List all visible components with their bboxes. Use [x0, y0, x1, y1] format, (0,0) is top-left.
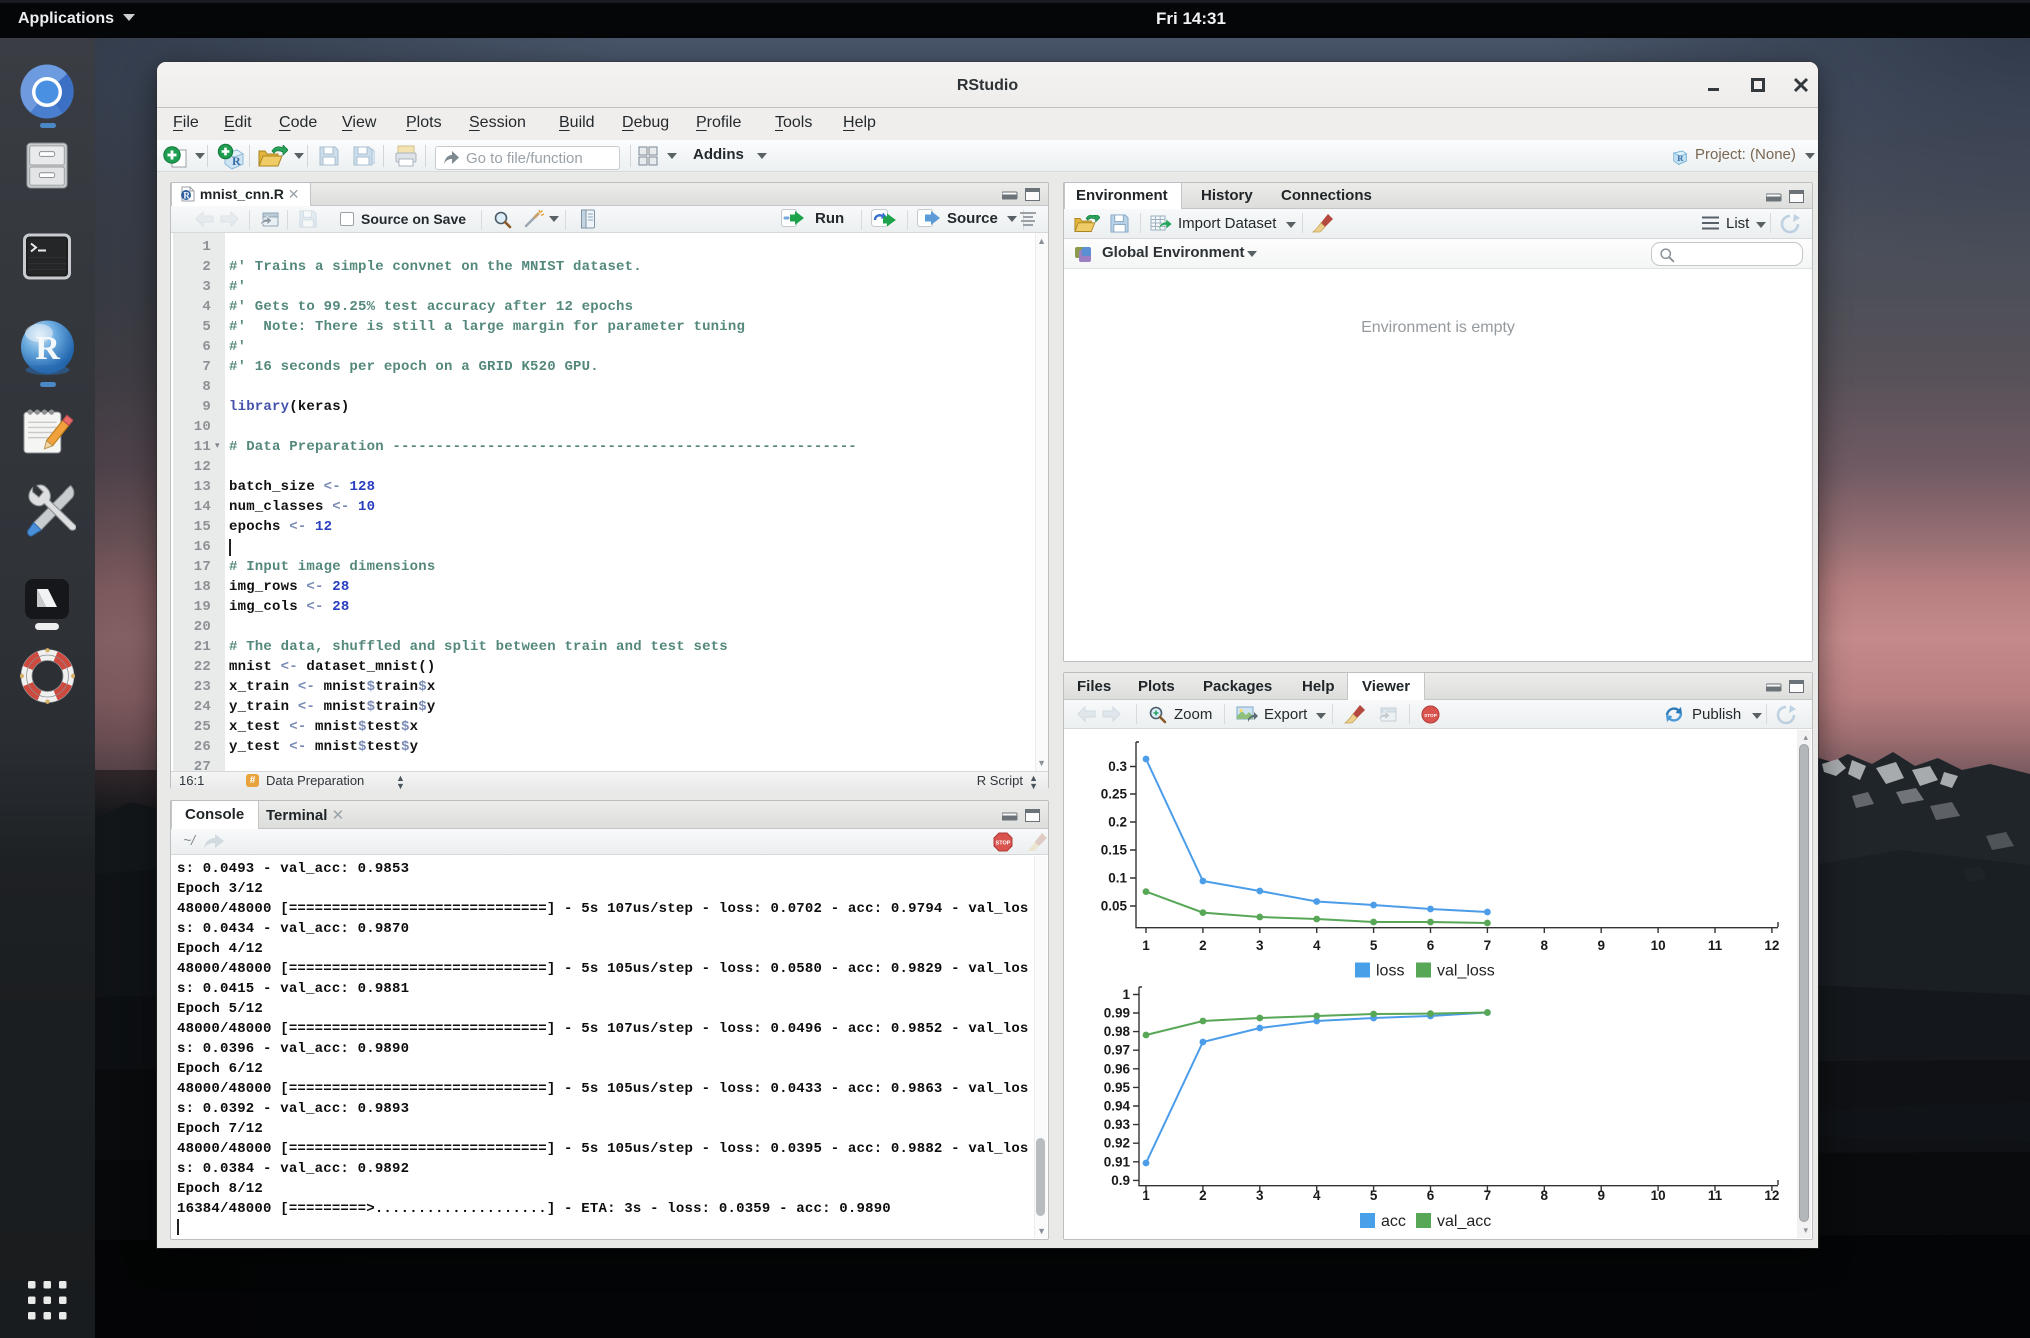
svg-text:1: 1: [1142, 1188, 1150, 1203]
svg-text:0.97: 0.97: [1104, 1043, 1130, 1058]
svg-text:R: R: [1677, 153, 1684, 163]
svg-text:0.1: 0.1: [1108, 871, 1127, 886]
svg-text:R: R: [183, 190, 190, 200]
svg-text:1: 1: [1142, 938, 1150, 953]
svg-text:val_loss: val_loss: [1437, 963, 1495, 980]
svg-text:0.93: 0.93: [1104, 1117, 1131, 1132]
svg-text:STOP: STOP: [1424, 713, 1437, 719]
svg-text:0.91: 0.91: [1104, 1154, 1131, 1169]
svg-text:2: 2: [1199, 938, 1207, 953]
svg-text:0.96: 0.96: [1104, 1061, 1131, 1076]
svg-text:6: 6: [1427, 1188, 1435, 1203]
svg-text:7: 7: [1484, 938, 1492, 953]
svg-text:12: 12: [1764, 938, 1779, 953]
svg-text:0.99: 0.99: [1104, 1006, 1130, 1021]
svg-text:0.2: 0.2: [1108, 815, 1127, 830]
svg-text:8: 8: [1541, 938, 1549, 953]
svg-text:3: 3: [1256, 938, 1264, 953]
svg-text:9: 9: [1597, 1188, 1605, 1203]
svg-text:10: 10: [1651, 1188, 1666, 1203]
svg-text:5: 5: [1370, 938, 1378, 953]
svg-text:R: R: [232, 154, 241, 168]
svg-text:4: 4: [1313, 938, 1321, 953]
svg-text:0.92: 0.92: [1104, 1136, 1130, 1151]
svg-text:R: R: [35, 330, 60, 367]
svg-text:5: 5: [1370, 1188, 1378, 1203]
svg-text:loss: loss: [1376, 963, 1404, 980]
svg-text:0.25: 0.25: [1101, 787, 1128, 802]
svg-text:10: 10: [1651, 938, 1666, 953]
svg-text:8: 8: [1541, 1188, 1549, 1203]
svg-text:0.05: 0.05: [1101, 899, 1128, 914]
svg-text:val_acc: val_acc: [1437, 1213, 1491, 1230]
svg-text:12: 12: [1764, 1188, 1779, 1203]
svg-text:9: 9: [1597, 938, 1605, 953]
svg-text:0.95: 0.95: [1104, 1080, 1131, 1095]
svg-text:0.94: 0.94: [1104, 1099, 1131, 1114]
svg-text:1: 1: [1122, 987, 1130, 1002]
svg-text:11: 11: [1708, 938, 1723, 953]
svg-text:6: 6: [1427, 938, 1435, 953]
svg-text:2: 2: [1199, 1188, 1207, 1203]
svg-text:7: 7: [1484, 1188, 1492, 1203]
svg-text:0.98: 0.98: [1104, 1024, 1131, 1039]
svg-text:0.9: 0.9: [1111, 1173, 1130, 1188]
svg-text:11: 11: [1708, 1188, 1723, 1203]
svg-text:3: 3: [1256, 1188, 1264, 1203]
svg-text:STOP: STOP: [996, 841, 1011, 847]
svg-text:4: 4: [1313, 1188, 1321, 1203]
svg-text:0.3: 0.3: [1108, 759, 1127, 774]
svg-text:acc: acc: [1381, 1213, 1406, 1230]
svg-text:0.15: 0.15: [1101, 843, 1128, 858]
